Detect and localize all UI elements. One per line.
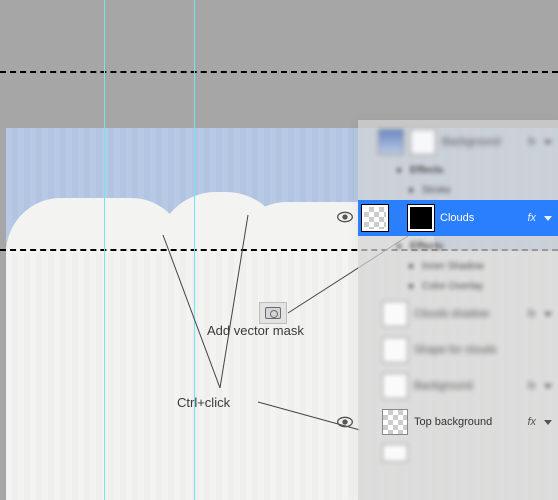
- horizontal-guide: [0, 71, 558, 73]
- visibility-eye-icon[interactable]: [336, 415, 354, 429]
- layer-name[interactable]: Clouds: [440, 212, 521, 224]
- visibility-toggle[interactable]: [360, 414, 376, 430]
- layer-thumbnail[interactable]: [382, 409, 408, 435]
- layer-row[interactable]: Clouds shadow fx: [358, 296, 558, 332]
- layer-name: Clouds shadow: [414, 308, 521, 320]
- effects-header[interactable]: ● Effects: [358, 160, 558, 180]
- layer-thumbnail: [382, 301, 408, 327]
- link-icon[interactable]: ⬚: [394, 207, 402, 229]
- visibility-toggle[interactable]: [360, 342, 376, 358]
- chevron-down-icon[interactable]: [544, 140, 552, 145]
- effect-item[interactable]: ● Color Overlay: [358, 276, 558, 296]
- effects-label: Effects: [410, 241, 443, 252]
- layer-row[interactable]: Background fx: [358, 124, 558, 160]
- effect-name: Inner Shadow: [422, 261, 484, 272]
- effect-name: Color Overlay: [422, 281, 483, 292]
- layers-panel[interactable]: Background fx ● Effects ● Stroke ⬚ Cloud…: [358, 120, 558, 500]
- layer-name: Background: [414, 380, 521, 392]
- chevron-down-icon[interactable]: [544, 216, 552, 221]
- layer-thumbnail[interactable]: [362, 205, 388, 231]
- layer-name[interactable]: Top background: [414, 416, 521, 428]
- layer-thumbnail: [382, 444, 408, 462]
- effect-name: Stroke: [422, 185, 451, 196]
- fx-label: fx: [527, 308, 540, 320]
- fx-label: fx: [527, 136, 540, 148]
- mask-thumbnail[interactable]: [408, 205, 434, 231]
- layer-thumbnail: [382, 337, 408, 363]
- annotation-ctrl-click: Ctrl+click: [177, 395, 230, 410]
- annotation-add-vector-mask: Add vector mask: [207, 323, 304, 338]
- layer-row[interactable]: Shape for clouds: [358, 332, 558, 368]
- vector-mask-icon: [265, 307, 281, 319]
- effects-header[interactable]: ● Effects: [358, 236, 558, 256]
- fx-label[interactable]: fx: [527, 416, 540, 428]
- visibility-toggle[interactable]: [360, 306, 376, 322]
- layer-name: Shape for clouds: [414, 344, 552, 356]
- layer-row[interactable]: [358, 440, 558, 466]
- visibility-toggle[interactable]: [360, 378, 376, 394]
- layer-name: Background: [442, 136, 521, 148]
- fx-label: fx: [527, 380, 540, 392]
- vertical-guide: [104, 0, 105, 500]
- chevron-down-icon[interactable]: [544, 420, 552, 425]
- chevron-down-icon[interactable]: [544, 312, 552, 317]
- layer-thumbnail: [382, 373, 408, 399]
- effect-item[interactable]: ● Stroke: [358, 180, 558, 200]
- layer-thumbnail: [378, 129, 404, 155]
- layer-row-top-background[interactable]: Top background fx: [358, 404, 558, 440]
- visibility-eye-icon[interactable]: [336, 210, 354, 224]
- layer-row[interactable]: Background fx: [358, 368, 558, 404]
- fx-label[interactable]: fx: [527, 212, 540, 224]
- add-vector-mask-button[interactable]: [259, 302, 287, 324]
- layer-row-clouds[interactable]: ⬚ Clouds fx: [358, 200, 558, 236]
- effects-label: Effects: [410, 165, 443, 176]
- chevron-down-icon[interactable]: [544, 384, 552, 389]
- visibility-toggle[interactable]: [360, 445, 376, 461]
- layer-thumbnail: [410, 129, 436, 155]
- vertical-guide: [194, 0, 195, 500]
- effect-item[interactable]: ● Inner Shadow: [358, 256, 558, 276]
